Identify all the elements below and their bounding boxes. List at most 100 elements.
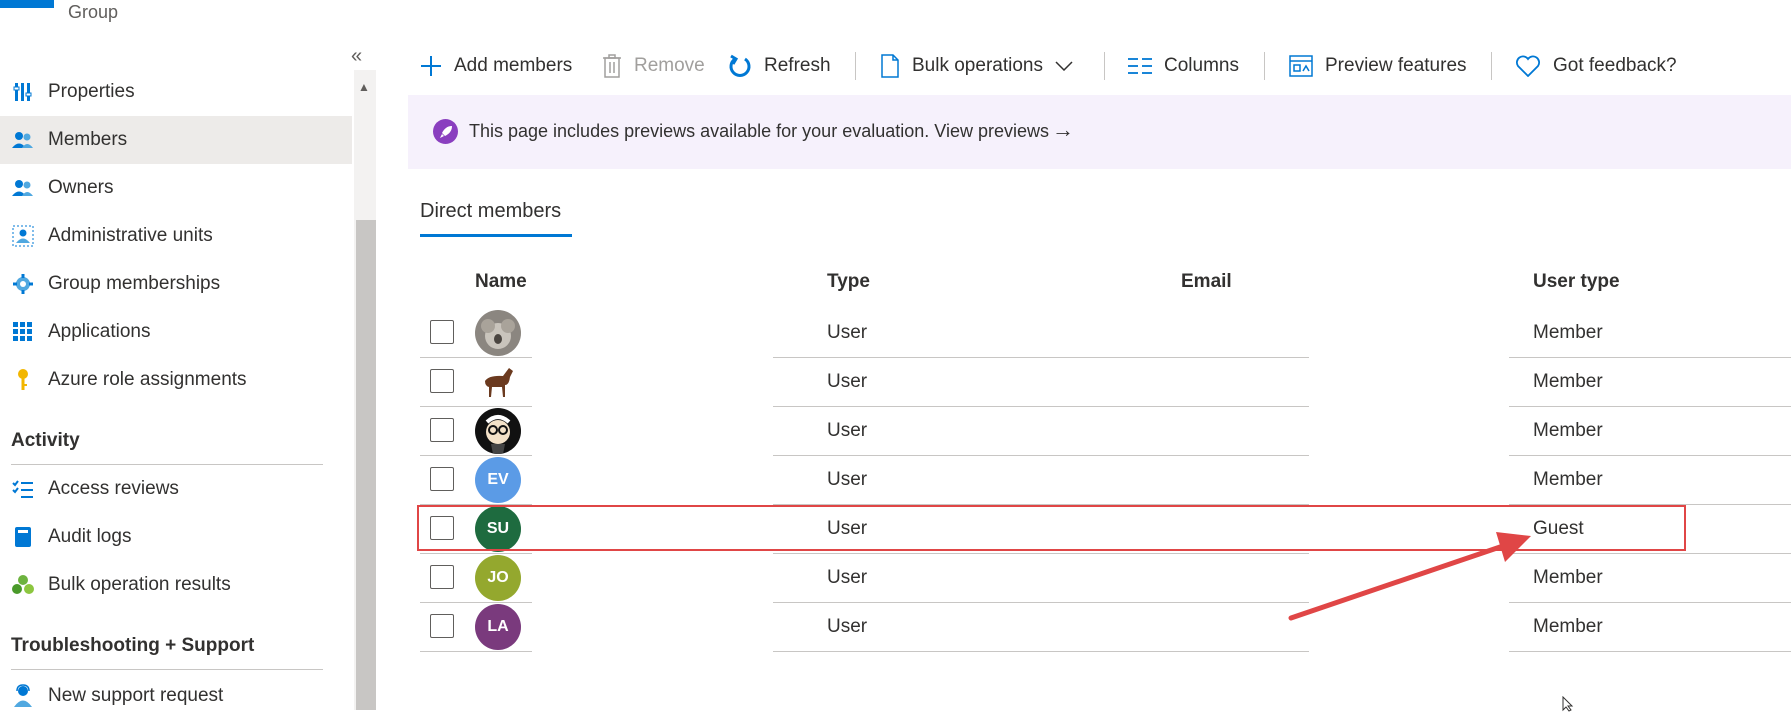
nav-item-administrative-units[interactable]: Administrative units bbox=[0, 212, 352, 260]
columns-button[interactable]: Columns bbox=[1128, 46, 1239, 86]
table-row[interactable]: User Member bbox=[420, 309, 1791, 358]
column-header-type[interactable]: Type bbox=[827, 271, 870, 293]
toolbar-divider bbox=[1104, 52, 1105, 80]
nav-label: Access reviews bbox=[48, 478, 179, 499]
group-memberships-icon bbox=[10, 271, 36, 297]
avatar[interactable] bbox=[475, 310, 521, 356]
nav-label: New support request bbox=[48, 685, 224, 706]
table-row[interactable]: EV User Member bbox=[420, 456, 1791, 505]
nav-item-azure-role-assignments[interactable]: Azure role assignments bbox=[0, 356, 352, 404]
cell-type: User bbox=[827, 420, 868, 441]
cell-user-type: Member bbox=[1533, 567, 1603, 588]
row-checkbox[interactable] bbox=[430, 467, 454, 491]
toolbar-divider bbox=[855, 52, 856, 80]
nav-label: Properties bbox=[48, 81, 135, 102]
arrow-right-icon[interactable]: → bbox=[1052, 117, 1074, 143]
feedback-button[interactable]: Got feedback? bbox=[1515, 46, 1677, 86]
row-checkbox[interactable] bbox=[430, 418, 454, 442]
nav-item-audit-logs[interactable]: Audit logs bbox=[0, 513, 352, 561]
row-divider bbox=[773, 651, 1309, 652]
collapse-nav-button[interactable]: « bbox=[351, 45, 362, 68]
owners-icon bbox=[10, 175, 36, 201]
bulk-operations-label: Bulk operations bbox=[912, 55, 1043, 76]
section-divider bbox=[11, 669, 323, 670]
section-heading-activity: Activity bbox=[11, 430, 80, 451]
nav-item-new-support-request[interactable]: New support request bbox=[0, 672, 352, 720]
bulk-operations-dropdown[interactable]: Bulk operations bbox=[880, 46, 1073, 86]
banner-message: This page includes previews available fo… bbox=[469, 121, 930, 141]
cell-type: User bbox=[827, 371, 868, 392]
section-heading-troubleshooting: Troubleshooting + Support bbox=[11, 635, 255, 656]
heart-icon bbox=[1515, 55, 1541, 77]
column-header-user-type[interactable]: User type bbox=[1533, 271, 1620, 293]
row-checkbox[interactable] bbox=[430, 614, 454, 638]
cell-type: User bbox=[827, 616, 868, 637]
preview-features-icon bbox=[1289, 55, 1313, 77]
nav-label: Owners bbox=[48, 177, 114, 198]
view-previews-link[interactable]: View previews bbox=[934, 121, 1049, 141]
nav-label: Members bbox=[48, 129, 128, 150]
nav-label: Group memberships bbox=[48, 273, 221, 294]
banner-message-line: This page includes previews available fo… bbox=[469, 121, 1049, 142]
table-row[interactable]: LA User Member bbox=[420, 603, 1791, 652]
preview-features-button[interactable]: Preview features bbox=[1289, 46, 1467, 86]
nav-item-applications[interactable]: Applications bbox=[0, 308, 352, 356]
columns-icon bbox=[1128, 57, 1152, 75]
admin-units-icon bbox=[10, 223, 36, 249]
avatar[interactable] bbox=[475, 359, 521, 405]
trash-icon bbox=[602, 54, 622, 78]
key-icon bbox=[10, 367, 36, 393]
toolbar-divider bbox=[1264, 52, 1265, 80]
column-header-email[interactable]: Email bbox=[1181, 271, 1232, 293]
remove-button[interactable]: Remove bbox=[602, 46, 705, 86]
nav-item-members[interactable]: Members bbox=[0, 116, 352, 164]
avatar[interactable]: JO bbox=[475, 555, 521, 601]
tab-direct-members[interactable]: Direct members bbox=[420, 200, 561, 223]
row-checkbox[interactable] bbox=[430, 320, 454, 344]
group-label: Group bbox=[68, 2, 119, 22]
row-checkbox[interactable] bbox=[430, 565, 454, 589]
table-row[interactable]: JO User Member bbox=[420, 554, 1791, 603]
cell-type: User bbox=[827, 567, 868, 588]
add-members-button[interactable]: Add members bbox=[420, 46, 572, 86]
add-members-label: Add members bbox=[454, 55, 573, 76]
preview-features-label: Preview features bbox=[1325, 55, 1467, 76]
nav-item-access-reviews[interactable]: Access reviews bbox=[0, 465, 352, 513]
chevron-down-icon bbox=[1055, 61, 1073, 71]
columns-label: Columns bbox=[1164, 55, 1239, 76]
toolbar-divider bbox=[1491, 52, 1492, 80]
nav-scrollbar-thumb[interactable] bbox=[356, 220, 376, 710]
avatar[interactable]: EV bbox=[475, 457, 521, 503]
row-checkbox[interactable] bbox=[430, 369, 454, 393]
nav-label: Applications bbox=[48, 321, 151, 342]
properties-icon bbox=[10, 79, 36, 105]
refresh-icon bbox=[728, 53, 752, 79]
nav-label: Audit logs bbox=[48, 526, 132, 547]
avatar[interactable]: LA bbox=[475, 604, 521, 650]
cell-user-type: Member bbox=[1533, 371, 1603, 392]
nav-item-bulk-operation-results[interactable]: Bulk operation results bbox=[0, 561, 352, 609]
scroll-up-icon[interactable]: ▲ bbox=[358, 80, 370, 94]
audit-logs-icon bbox=[10, 524, 36, 550]
nav-item-group-memberships[interactable]: Group memberships bbox=[0, 260, 352, 308]
refresh-label: Refresh bbox=[764, 55, 831, 76]
table-row[interactable]: User Member bbox=[420, 358, 1791, 407]
annotation-highlight-box bbox=[417, 505, 1686, 551]
cell-type: User bbox=[827, 469, 868, 490]
nav-item-owners[interactable]: Owners bbox=[0, 164, 352, 212]
support-request-icon bbox=[10, 683, 36, 709]
cell-user-type: Member bbox=[1533, 616, 1603, 637]
row-divider bbox=[1509, 651, 1791, 652]
bulk-results-icon bbox=[10, 572, 36, 598]
members-icon bbox=[10, 127, 36, 153]
refresh-button[interactable]: Refresh bbox=[728, 46, 831, 86]
table-row[interactable]: User Member bbox=[420, 407, 1791, 456]
avatar[interactable] bbox=[475, 408, 521, 454]
column-header-name[interactable]: Name bbox=[475, 271, 527, 293]
access-reviews-icon bbox=[10, 476, 36, 502]
nav-label: Azure role assignments bbox=[48, 369, 247, 390]
cell-type: User bbox=[827, 322, 868, 343]
nav-item-properties[interactable]: Properties bbox=[0, 68, 352, 116]
cell-user-type: Member bbox=[1533, 469, 1603, 490]
group-logo bbox=[0, 0, 54, 8]
